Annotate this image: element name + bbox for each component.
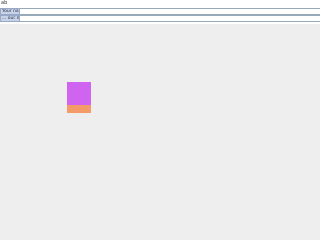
name-input-1[interactable] — [20, 8, 320, 15]
name-label-1: Your name — [0, 8, 20, 15]
name-label-2: ... our name — [0, 15, 20, 22]
purple-rectangle[interactable] — [67, 82, 91, 105]
top-link[interactable]: ab — [1, 0, 7, 7]
name-row-1: Your name — [0, 8, 320, 15]
name-row-2: ... our name — [0, 15, 320, 22]
orange-rectangle[interactable] — [67, 105, 91, 113]
name-input-2[interactable] — [20, 15, 320, 22]
color-swatch-stack[interactable] — [67, 82, 91, 113]
